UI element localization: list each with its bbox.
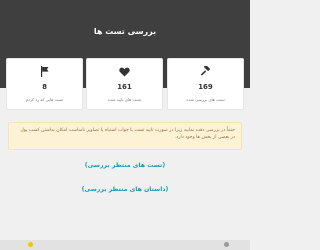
stat-value: 169	[198, 83, 213, 91]
stat-label: تست های بررسی شده	[186, 97, 225, 102]
stat-card-rejected: 8 تست هایی که رد کردم	[6, 58, 83, 110]
warning-notice: حتماً در بررسی دقت نمایید زیرا در صورت ت…	[8, 122, 242, 150]
emoji-icon[interactable]	[28, 242, 33, 247]
stat-card-approved: 161 تست های تایید شده	[86, 58, 163, 110]
pending-tests-link[interactable]: (تست های منتظر بررسی)	[0, 162, 250, 169]
notice-text: حتماً در بررسی دقت نمایید زیرا در صورت ت…	[20, 128, 235, 140]
stat-label: تست هایی که رد کردم	[25, 97, 64, 102]
footer-bar	[0, 240, 250, 250]
stat-value: 8	[42, 83, 47, 91]
stat-label: تست های تایید شده	[107, 97, 142, 102]
stat-value: 161	[117, 83, 132, 91]
stat-card-reviewed: 169 تست های بررسی شده	[167, 58, 244, 110]
page-title: بررسی تست ها	[93, 27, 157, 36]
menu-icon[interactable]	[224, 242, 229, 247]
heart-icon	[87, 66, 162, 77]
gavel-icon	[168, 66, 243, 77]
pending-stories-link[interactable]: (داستان های منتظر بررسی)	[0, 186, 250, 193]
flag-icon	[7, 66, 82, 77]
